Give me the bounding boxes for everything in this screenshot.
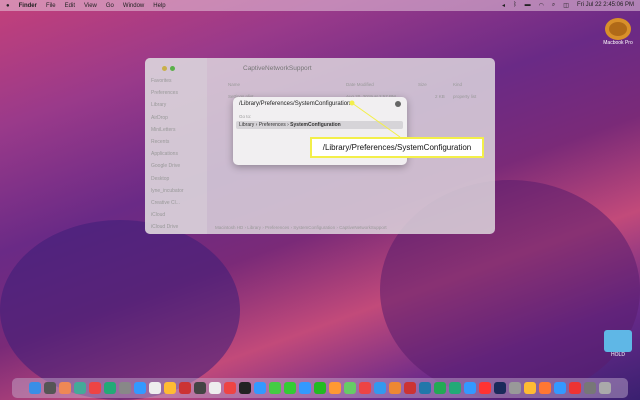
dock-app-icon[interactable] [509, 382, 521, 394]
dock-app-icon[interactable] [374, 382, 386, 394]
dock-app-icon[interactable] [434, 382, 446, 394]
dock-app-icon[interactable] [299, 382, 311, 394]
dock-app-icon[interactable] [524, 382, 536, 394]
dock-app-icon[interactable] [164, 382, 176, 394]
callout-dot [349, 100, 355, 106]
dock-app-icon[interactable] [389, 382, 401, 394]
dock-app-icon[interactable] [134, 382, 146, 394]
dock-app-icon[interactable] [344, 382, 356, 394]
dock-app-icon[interactable] [569, 382, 581, 394]
dock-app-icon[interactable] [599, 382, 611, 394]
dock-app-icon[interactable] [314, 382, 326, 394]
dock-app-icon[interactable] [149, 382, 161, 394]
dock-app-icon[interactable] [284, 382, 296, 394]
dock-app-icon[interactable] [209, 382, 221, 394]
dock-app-icon[interactable] [494, 382, 506, 394]
dock-app-icon[interactable] [179, 382, 191, 394]
dock-app-icon[interactable] [224, 382, 236, 394]
dock-app-icon[interactable] [359, 382, 371, 394]
dock-app-icon[interactable] [254, 382, 266, 394]
callout-label: /Library/Preferences/SystemConfiguration [310, 137, 484, 158]
dock-app-icon[interactable] [554, 382, 566, 394]
dock-app-icon[interactable] [194, 382, 206, 394]
dock-app-icon[interactable] [419, 382, 431, 394]
dock-app-icon[interactable] [584, 382, 596, 394]
callout-line [349, 100, 401, 138]
dock-app-icon[interactable] [29, 382, 41, 394]
callout-connector [351, 102, 401, 138]
dock-app-icon[interactable] [269, 382, 281, 394]
dock-app-icon[interactable] [449, 382, 461, 394]
dock-app-icon[interactable] [44, 382, 56, 394]
dock-app-icon[interactable] [89, 382, 101, 394]
dock-app-icon[interactable] [404, 382, 416, 394]
dock-app-icon[interactable] [104, 382, 116, 394]
dock-app-icon[interactable] [539, 382, 551, 394]
dock [12, 378, 628, 398]
dock-app-icon[interactable] [239, 382, 251, 394]
dock-app-icon[interactable] [329, 382, 341, 394]
dock-app-icon[interactable] [59, 382, 71, 394]
dock-app-icon[interactable] [479, 382, 491, 394]
dock-app-icon[interactable] [74, 382, 86, 394]
dock-app-icon[interactable] [464, 382, 476, 394]
dock-app-icon[interactable] [119, 382, 131, 394]
